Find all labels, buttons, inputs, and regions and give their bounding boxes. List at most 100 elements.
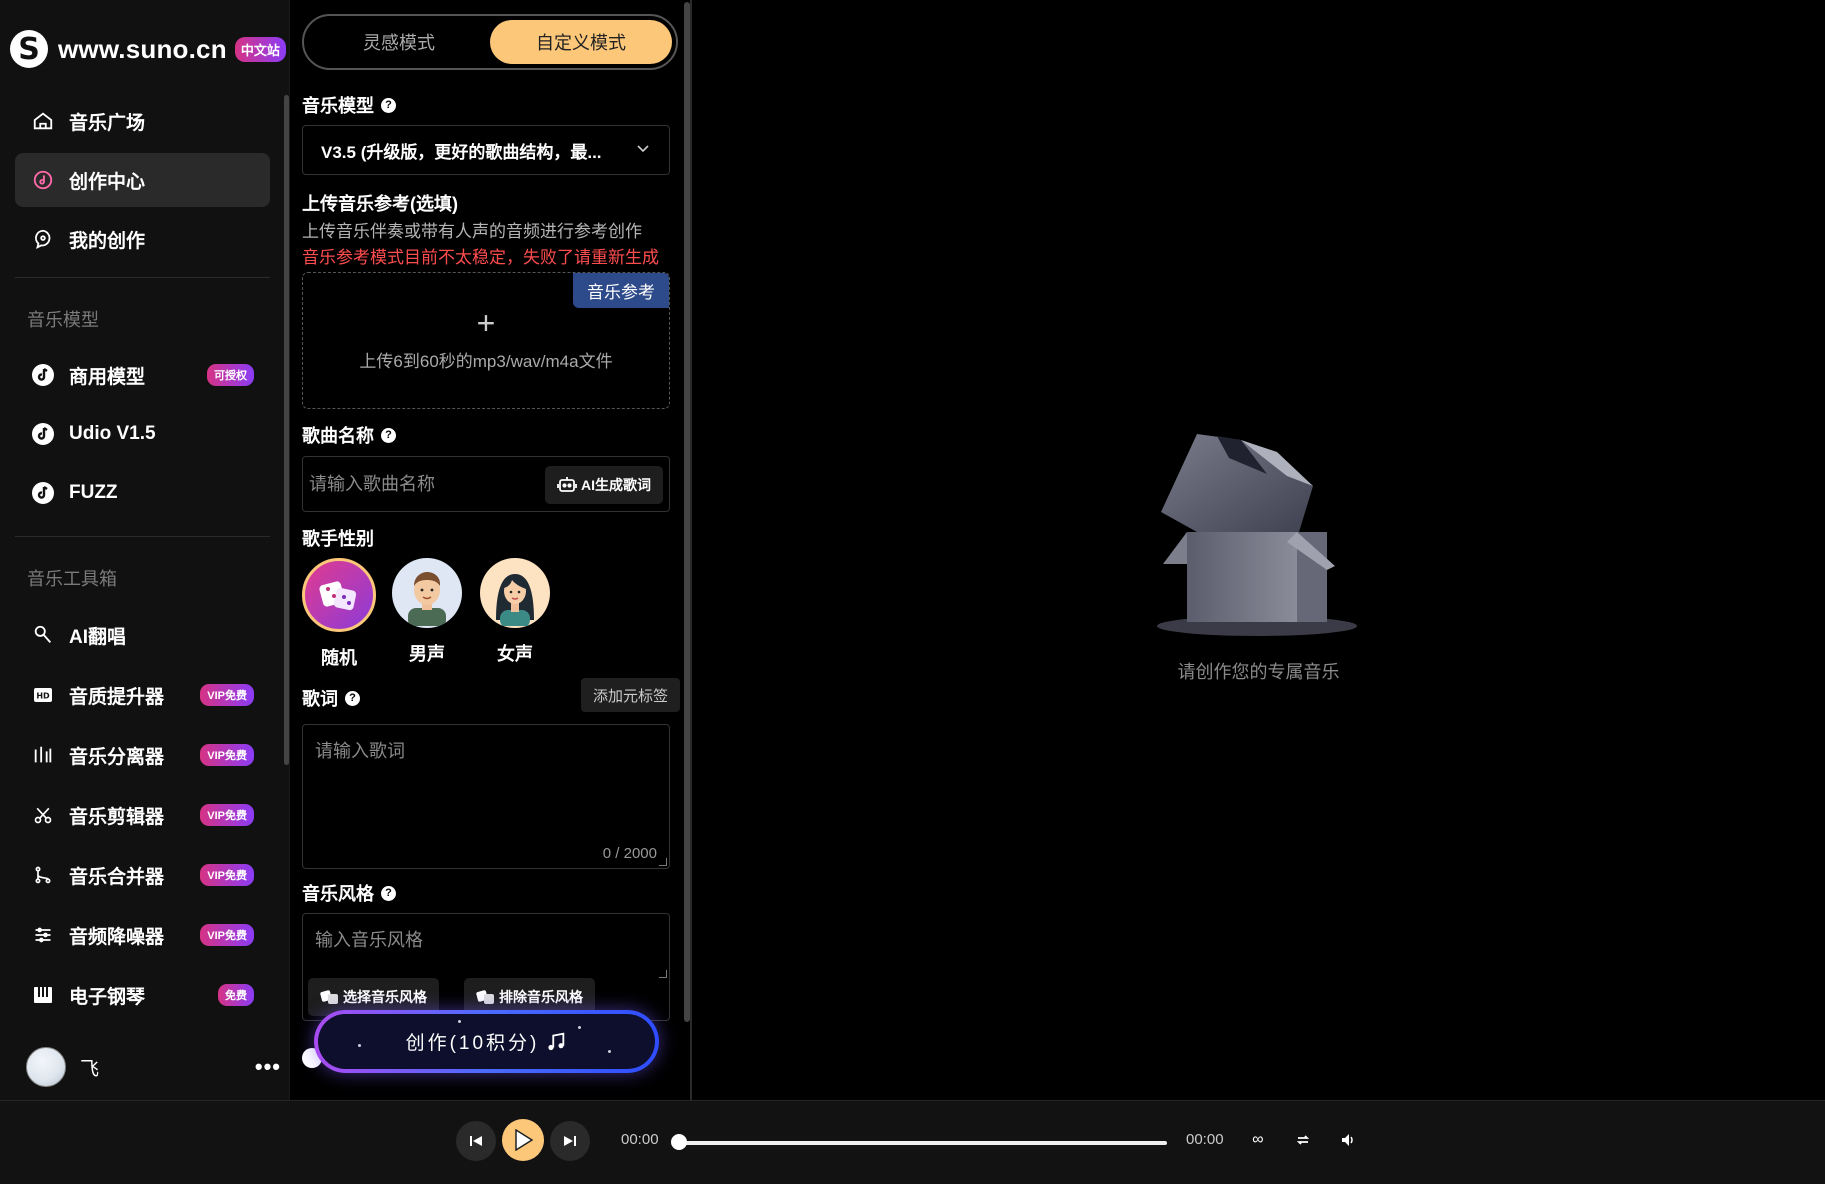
- vip-free-badge: VIP免费: [200, 804, 254, 826]
- split-icon: [31, 743, 55, 767]
- sliders-icon: [31, 923, 55, 947]
- sidebar-scrollbar[interactable]: [284, 95, 289, 765]
- gender-label-male: 男声: [409, 644, 445, 664]
- avatar[interactable]: [26, 1047, 66, 1087]
- song-name-input[interactable]: [309, 473, 529, 495]
- nav-item-udio[interactable]: Udio V1.5: [15, 407, 270, 461]
- sparkle: [358, 1044, 361, 1047]
- svg-text:HD: HD: [36, 692, 50, 701]
- previous-button[interactable]: [456, 1121, 496, 1161]
- nav-item-music-editor[interactable]: 音乐剪辑器 VIP免费: [15, 788, 270, 842]
- nav-item-ai-cover[interactable]: AI翻唱: [15, 608, 270, 662]
- vip-free-badge: VIP免费: [200, 864, 254, 886]
- lyrics-textarea[interactable]: 请输入歌词 0 / 2000: [302, 724, 670, 869]
- nav-label: 音乐分离器: [69, 746, 165, 768]
- create-button[interactable]: 创作(10积分): [314, 1010, 659, 1073]
- total-time: 00:00: [1186, 1131, 1224, 1148]
- nav-label: Udio V1.5: [69, 423, 156, 444]
- nav-item-quality-enhancer[interactable]: HD 音质提升器 VIP免费: [15, 668, 270, 722]
- chevron-down-icon: [637, 145, 649, 153]
- nav-item-music-splitter[interactable]: 音乐分离器 VIP免费: [15, 728, 270, 782]
- gender-label-random: 随机: [321, 648, 357, 668]
- style-label: 音乐风格: [302, 884, 374, 904]
- nav-label: 音质提升器: [69, 686, 165, 708]
- exclude-style-label: 排除音乐风格: [499, 989, 583, 1005]
- nav-item-noise-reducer[interactable]: 音频降噪器 VIP免费: [15, 908, 270, 962]
- upload-hint: 上传6到60秒的mp3/wav/m4a文件: [359, 352, 613, 371]
- help-icon[interactable]: ?: [345, 690, 360, 706]
- progress-knob[interactable]: [671, 1134, 687, 1150]
- gender-option-male[interactable]: 男声: [390, 558, 464, 666]
- skip-back-icon: [470, 1136, 482, 1146]
- help-icon[interactable]: ?: [381, 97, 396, 113]
- next-button[interactable]: [550, 1121, 590, 1161]
- model-select[interactable]: V3.5 (升级版，更好的歌曲结构，最...: [302, 125, 670, 175]
- nav-label: 商用模型: [69, 366, 146, 388]
- volume-icon[interactable]: [1337, 1129, 1359, 1151]
- help-icon[interactable]: ?: [381, 885, 396, 901]
- gender-options: 随机 男声 女声: [302, 558, 670, 668]
- audio-player: 00:00 00:00 ∞: [0, 1100, 1825, 1184]
- empty-box-icon: [1157, 434, 1357, 636]
- loop-infinite-icon[interactable]: ∞: [1247, 1129, 1269, 1151]
- licensable-badge: 可授权: [207, 364, 254, 386]
- lyrics-counter: 0 / 2000: [602, 845, 657, 862]
- add-meta-tag-button[interactable]: 添加元标签: [580, 678, 680, 712]
- ai-generate-lyrics-button[interactable]: AI生成歌词: [545, 466, 663, 504]
- brand-name: www.suno.cn: [58, 33, 227, 64]
- plus-icon: +: [476, 305, 496, 341]
- nav-item-create-center[interactable]: 创作中心: [15, 153, 270, 207]
- nav-item-commercial-model[interactable]: 商用模型 可授权: [15, 348, 270, 402]
- resize-handle-icon[interactable]: [659, 970, 667, 978]
- gender-label: 歌手性别: [302, 529, 374, 549]
- upload-description: 上传音乐伴奏或带有人声的音频进行参考创作: [302, 222, 642, 241]
- nav-item-fuzz[interactable]: FUZZ: [15, 466, 270, 520]
- user-profile[interactable]: 飞 •••: [26, 1045, 281, 1089]
- gender-option-random[interactable]: 随机: [302, 558, 376, 670]
- style-placeholder: 输入音乐风格: [315, 930, 423, 950]
- nav-item-my-works[interactable]: 我的创作: [15, 212, 270, 266]
- hd-icon: HD: [31, 683, 55, 707]
- music-note-icon: [31, 363, 55, 387]
- help-icon[interactable]: ?: [381, 427, 396, 443]
- lyrics-label-row: 歌词 ?: [302, 685, 360, 711]
- vip-free-badge: VIP免费: [200, 924, 254, 946]
- sparkle: [458, 1020, 461, 1023]
- style-label-row: 音乐风格 ?: [302, 880, 396, 906]
- nav-item-music-square[interactable]: 音乐广场: [15, 94, 270, 148]
- mode-toggle: 灵感模式 自定义模式: [302, 14, 678, 70]
- music-reference-tag: 音乐参考: [573, 273, 669, 308]
- song-name-label: 歌曲名称: [302, 426, 374, 446]
- progress-track[interactable]: [675, 1141, 1167, 1145]
- tab-custom-mode[interactable]: 自定义模式: [490, 20, 672, 64]
- divider: [15, 536, 270, 537]
- nav-item-piano[interactable]: 电子钢琴 免费: [15, 968, 270, 1022]
- dice-icon: [302, 558, 376, 632]
- model-selected-value: V3.5 (升级版，更好的歌曲结构，最...: [321, 142, 602, 162]
- brand-logo[interactable]: S www.suno.cn 中文站: [10, 26, 286, 72]
- nav-item-music-merger[interactable]: 音乐合并器 VIP免费: [15, 848, 270, 902]
- repeat-icon[interactable]: [1292, 1129, 1314, 1151]
- play-button[interactable]: [502, 1119, 544, 1161]
- tab-inspiration-mode[interactable]: 灵感模式: [308, 20, 490, 64]
- piano-icon: [31, 983, 55, 1007]
- lyrics-label: 歌词: [302, 689, 338, 709]
- vip-free-badge: VIP免费: [200, 744, 254, 766]
- brand-badge: 中文站: [234, 36, 286, 62]
- robot-icon: [557, 477, 577, 492]
- nav-label: AI翻唱: [69, 626, 127, 648]
- section-title-models: 音乐模型: [27, 310, 99, 330]
- model-label-row: 音乐模型 ?: [302, 92, 396, 118]
- gender-option-female[interactable]: 女声: [478, 558, 552, 666]
- nav-label: 音乐广场: [69, 112, 146, 134]
- song-name-field: AI生成歌词: [302, 456, 670, 512]
- more-options-icon[interactable]: •••: [255, 1054, 281, 1080]
- nav-label: 电子钢琴: [69, 986, 146, 1008]
- play-icon: [515, 1129, 533, 1151]
- create-music-icon: [31, 168, 55, 192]
- sparkle: [608, 1050, 611, 1053]
- upload-dropzone[interactable]: 音乐参考 + 上传6到60秒的mp3/wav/m4a文件: [302, 272, 670, 409]
- resize-handle-icon[interactable]: [659, 858, 667, 866]
- nav-label: 音频降噪器: [69, 926, 165, 948]
- nav-label: FUZZ: [69, 482, 118, 503]
